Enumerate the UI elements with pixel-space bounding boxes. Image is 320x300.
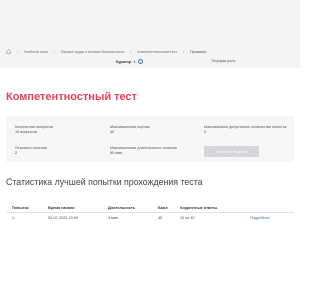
cell-details: Подробнее (244, 213, 294, 223)
breadcrumb-item-course[interactable]: Охрана труда и техника безопасности (61, 50, 125, 54)
stat-max-duration: Максимальная длительность попытки 50 мин (110, 146, 177, 156)
cell-correct-answers: 10 из 10 (180, 215, 195, 220)
breadcrumb-item-current: Просмотр (190, 49, 207, 54)
stat-attempts-used: Отказано попыток 2 (15, 146, 47, 156)
stat-attempts-used-value: 2 (15, 151, 18, 155)
cell-attempt: 1 (12, 215, 15, 220)
best-attempt-title: Статистика лучшей попытки прохождения те… (6, 177, 203, 187)
home-icon[interactable] (6, 49, 11, 54)
stat-max-score-label: Максимальная оценка (110, 125, 150, 129)
stat-max-score: Максимальная оценка 40 (110, 125, 150, 135)
cell-start-time: 02-07-2023 19:09 (48, 215, 78, 220)
cell-duration: 4 мин (108, 215, 118, 220)
retry-test-button[interactable]: Провести ещё раз (204, 146, 259, 157)
page-title: Компетентностный тест (6, 91, 138, 103)
breadcrumb-separator: / (130, 49, 132, 54)
best-attempt-table: Попытки Время начала Длительность Балл К… (6, 203, 294, 222)
breadcrumb-separator: / (183, 49, 185, 54)
stat-max-attempts-value: 3 (204, 130, 207, 134)
meta-row: Куратор 1: i Текущая роль (0, 58, 300, 66)
breadcrumb-separator: / (53, 49, 55, 54)
column-header-score: Балл (152, 203, 174, 213)
stat-questions: Количество вопросов 10 вопросов (15, 125, 53, 135)
breadcrumb: / Учебный план / Охрана труда и техника … (6, 49, 206, 54)
curator: Куратор 1: i (116, 59, 144, 64)
details-link[interactable]: Подробнее (250, 216, 270, 220)
stat-questions-value: 10 вопросов (15, 130, 37, 134)
column-header-start-time: Время начала (42, 203, 102, 213)
column-header-actions (244, 203, 294, 213)
table-header-row: Попытки Время начала Длительность Балл К… (6, 203, 294, 213)
stat-attempts-used-label: Отказано попыток (15, 146, 48, 150)
breadcrumb-separator: / (17, 49, 18, 54)
cell-score: 40 (158, 215, 163, 220)
breadcrumb-item-curriculum[interactable]: Учебный план (24, 50, 48, 54)
curator-label: Куратор (116, 59, 132, 64)
stat-max-score-value: 40 (110, 130, 115, 134)
stat-max-attempts: Максимально допустимое количество попыто… (204, 125, 294, 135)
info-icon[interactable]: i (138, 59, 144, 64)
column-header-attempt: Попытки (6, 203, 42, 213)
column-header-correct-answers: Корректные ответы (174, 203, 244, 213)
stat-max-attempts-label: Максимально допустимое количество попыто… (204, 125, 287, 129)
column-header-duration: Длительность (102, 203, 152, 213)
curator-value: 1: (133, 59, 137, 64)
stat-max-duration-value: 50 мин (110, 151, 123, 155)
table-row: 1 02-07-2023 19:09 4 мин 40 10 из 10 Под… (6, 213, 294, 223)
current-role-label: Текущая роль (211, 59, 236, 63)
breadcrumb-item-test[interactable]: Компетентностный тест (137, 50, 177, 54)
